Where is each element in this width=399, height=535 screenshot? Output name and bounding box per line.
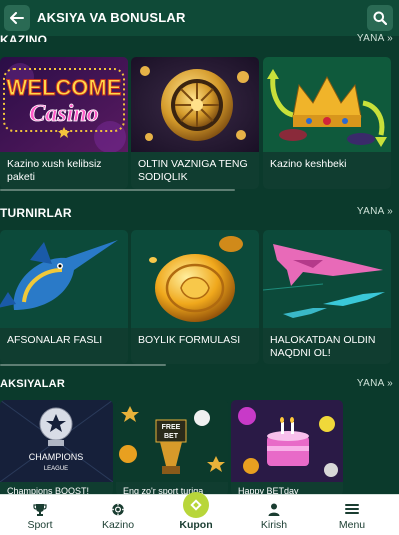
champions-league-image: CHAMPIONS LEAGUE [0,400,113,482]
welcome-logo-line1: WELCOME [7,75,122,100]
turnir-card-legends[interactable]: AFSONALAR FASLI [0,230,128,364]
nav-kirish[interactable]: Kirish [239,495,309,535]
aksiya-card-freebet[interactable]: FREE BET Eng zo'r sport turiga [116,400,228,496]
turnir-card-caption: BOYLIK FORMULASI [138,334,241,346]
turnir-card-wealth[interactable]: BOYLIK FORMULASI [131,230,259,364]
arrow-left-icon [10,12,24,24]
welcome-logo-line2: Casino [29,101,98,127]
user-icon [268,503,280,516]
freebet-badge-line1: FREE [162,424,181,431]
aksiyalar-section-title: AKSIYALAR [0,378,65,390]
kazino-more-link[interactable]: YANA » [357,32,393,42]
champions-logo-line1: CHAMPIONS [29,452,84,462]
page-title: AKSIYA VA BONUSLAR [37,10,186,25]
nav-kazino[interactable]: Kazino [83,495,153,535]
kazino-card-caption: OLTIN VAZNIGA TENG SODIQLIK [138,158,248,183]
aksiya-card-betday[interactable]: Happy BETday [231,400,343,496]
casino-chip-icon [112,503,124,516]
nav-kazino-label: Kazino [101,519,135,531]
turnir-card-caption: AFSONALAR FASLI [7,334,103,346]
turnirlar-section-title: TURNIRLAR [0,206,72,220]
trophy-icon [33,504,47,516]
nav-kupon-label: Kupon [179,519,213,531]
turnirlar-more-link[interactable]: YANA » [357,206,393,217]
nav-sport[interactable]: Sport [5,495,75,535]
golden-crown-image [263,57,391,152]
marlin-fish-image [0,230,128,328]
nav-menu[interactable]: Menu [317,495,387,535]
turnir-card-caption: HALOKATDAN OLDIN NAQDNI OL! [270,334,376,359]
turnir-card-crash[interactable]: HALOKATDAN OLDIN NAQDNI OL! [263,230,391,364]
kazino-card-loyalty[interactable]: OLTIN VAZNIGA TENG SODIQLIK [131,57,259,189]
kazino-section-title: KAZINO [0,33,48,42]
freebet-trophy-image: FREE BET [116,400,228,482]
nav-kirish-label: Kirish [260,519,288,531]
aksiya-card-champions[interactable]: CHAMPIONS LEAGUE Champions BOOST! [0,400,113,496]
kazino-card-welcome[interactable]: WELCOME Casino Kazino xush kelibsiz pake… [0,57,128,189]
kazino-card-caption: Kazino keshbeki [270,158,347,170]
nav-sport-label: Sport [27,519,53,531]
welcome-casino-image: WELCOME Casino [0,57,128,152]
bottom-navigation: Sport Kazino Kupon Kirish Menu [0,492,399,535]
search-icon [373,11,387,25]
kazino-card-caption: Kazino xush kelibsiz paketi [7,158,102,183]
nav-kupon[interactable]: Kupon [161,492,231,535]
nav-menu-label: Menu [338,519,366,531]
back-button[interactable] [4,5,30,31]
birthday-cake-image [231,400,343,482]
jet-planes-image [263,230,391,328]
freebet-badge-line2: BET [164,433,179,440]
menu-icon [345,504,359,514]
top-bar: AKSIYA VA BONUSLAR [0,0,399,36]
aksiyalar-more-link[interactable]: YANA » [357,378,393,389]
coupon-badge [183,492,209,518]
kazino-card-cashback[interactable]: Kazino keshbeki [263,57,391,189]
gold-coin-image [131,230,259,328]
golden-roulette-image [131,57,259,152]
coupon-icon [190,499,202,511]
search-button[interactable] [367,5,393,31]
kazino-scrollbar[interactable] [0,189,235,191]
turnirlar-scrollbar[interactable] [0,364,166,366]
champions-logo-line2: LEAGUE [44,466,68,472]
